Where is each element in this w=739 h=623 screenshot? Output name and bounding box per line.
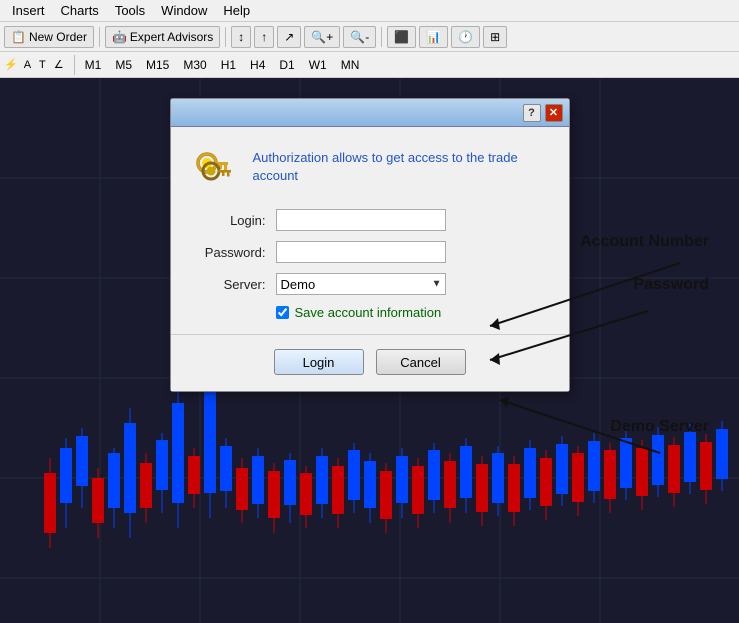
menu-window[interactable]: Window [153, 1, 215, 20]
tf-separator [74, 55, 75, 75]
toolbar2-timeframes: ⚡ A T ∠ M1 M5 M15 M30 H1 H4 D1 W1 MN [0, 52, 739, 78]
text-icon: T [39, 59, 46, 71]
login-button[interactable]: Login [274, 349, 364, 375]
cancel-button[interactable]: Cancel [376, 349, 466, 375]
timeframe-m5[interactable]: M5 [109, 56, 138, 74]
dialog-buttons-row: Login Cancel [191, 349, 549, 381]
toolbar-btn-1[interactable]: ↕ [231, 26, 251, 48]
toolbar1: 📋 New Order 🤖 Expert Advisors ↕ ↑ ↗ 🔍+ 🔍… [0, 22, 739, 52]
dialog-title-buttons: ? ✕ [523, 104, 563, 122]
password-input[interactable] [276, 241, 446, 263]
toolbar-btn-4[interactable]: ⬛ [387, 26, 416, 48]
timeframe-label: ⚡ [4, 58, 18, 71]
toolbar-separator2 [225, 27, 226, 47]
dialog-close-button[interactable]: ✕ [545, 104, 563, 122]
toolbar-separator [99, 27, 100, 47]
keys-icon [191, 143, 239, 191]
dialog-overlay: ? ✕ [0, 78, 739, 623]
login-row: Login: [191, 209, 549, 231]
clock-button[interactable]: 🕐 [451, 26, 480, 48]
angle-icon: ∠ [54, 58, 64, 71]
zoom-out-button[interactable]: 🔍- [343, 26, 376, 48]
save-account-label: Save account information [295, 305, 442, 320]
save-account-checkbox[interactable] [276, 306, 289, 319]
password-label: Password: [191, 245, 266, 260]
menu-charts[interactable]: Charts [53, 1, 107, 20]
dialog-body: Authorization allows to get access to th… [171, 127, 569, 391]
menu-insert[interactable]: Insert [4, 1, 53, 20]
timeframe-w1[interactable]: W1 [303, 56, 333, 74]
menubar: Insert Charts Tools Window Help [0, 0, 739, 22]
expert-advisors-button[interactable]: 🤖 Expert Advisors [105, 26, 220, 48]
server-row: Server: Demo Real ▼ [191, 273, 549, 295]
login-input[interactable] [276, 209, 446, 231]
timeframe-m1[interactable]: M1 [79, 56, 108, 74]
timeframe-mn[interactable]: MN [335, 56, 366, 74]
server-label: Server: [191, 277, 266, 292]
dialog-titlebar: ? ✕ [171, 99, 569, 127]
new-order-button[interactable]: 📋 New Order [4, 26, 94, 48]
timeframe-m30[interactable]: M30 [177, 56, 212, 74]
toolbar-separator3 [381, 27, 382, 47]
password-row: Password: [191, 241, 549, 263]
save-account-row: Save account information [276, 305, 549, 320]
dialog-separator [171, 334, 569, 335]
new-order-label: New Order [29, 30, 87, 44]
expert-advisors-icon: 🤖 [112, 30, 127, 44]
dialog-description: Authorization allows to get access to th… [253, 149, 549, 185]
line-icon: A [24, 59, 31, 71]
toolbar-btn-2[interactable]: ↑ [254, 26, 274, 48]
new-order-icon: 📋 [11, 30, 26, 44]
zoom-in-button[interactable]: 🔍+ [304, 26, 340, 48]
timeframe-m15[interactable]: M15 [140, 56, 175, 74]
dialog-header: Authorization allows to get access to th… [191, 143, 549, 191]
grid-button[interactable]: ⊞ [483, 26, 507, 48]
dialog-help-button[interactable]: ? [523, 104, 541, 122]
toolbar-btn-3[interactable]: ↗ [277, 26, 301, 48]
menu-tools[interactable]: Tools [107, 1, 153, 20]
timeframe-h1[interactable]: H1 [215, 56, 242, 74]
login-label: Login: [191, 213, 266, 228]
toolbar-btn-5[interactable]: 📊 [419, 26, 448, 48]
login-dialog: ? ✕ [170, 98, 570, 392]
menu-help[interactable]: Help [215, 1, 258, 20]
server-select[interactable]: Demo Real [276, 273, 446, 295]
timeframe-h4[interactable]: H4 [244, 56, 271, 74]
timeframe-d1[interactable]: D1 [273, 56, 300, 74]
expert-advisors-label: Expert Advisors [130, 30, 213, 44]
server-select-container: Demo Real ▼ [276, 273, 446, 295]
